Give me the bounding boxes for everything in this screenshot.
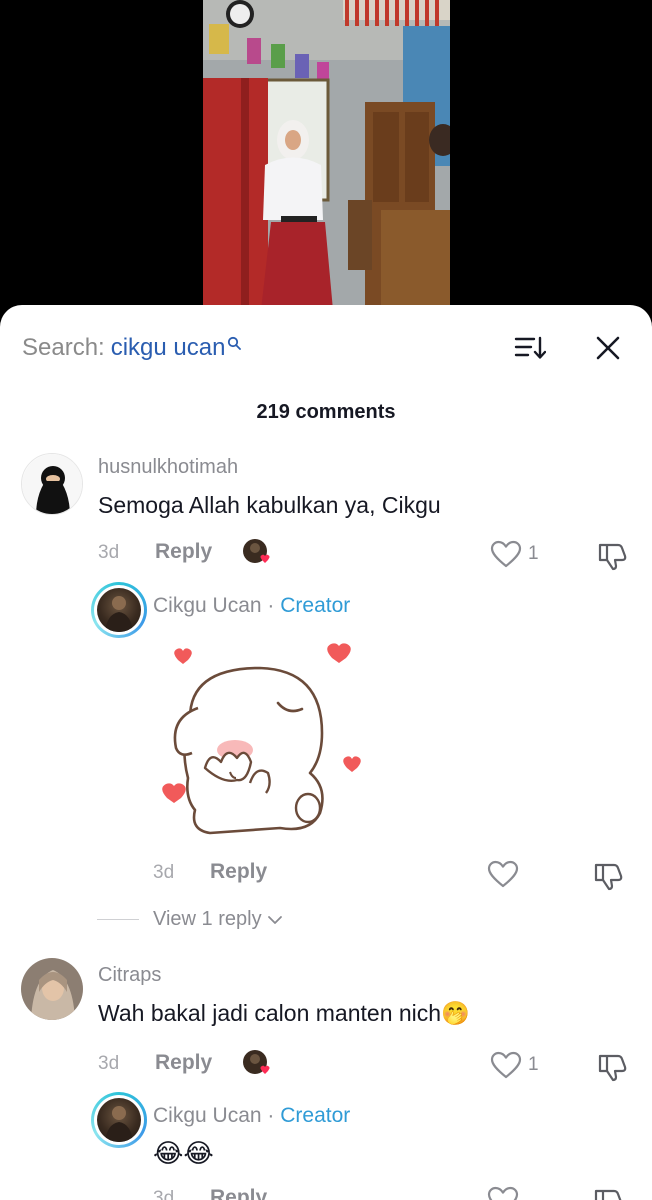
close-icon xyxy=(596,336,620,360)
creator-liked-badge xyxy=(242,1049,272,1079)
comment-text: Semoga Allah kabulkan ya, Cikgu xyxy=(98,492,441,518)
comment-username[interactable]: Citraps xyxy=(98,964,161,987)
like-count: 1 xyxy=(528,543,539,564)
like-button[interactable]: 1 xyxy=(490,540,539,568)
view-replies-button[interactable]: View 1 reply xyxy=(97,908,283,931)
reply-dislike-button[interactable] xyxy=(592,1186,624,1200)
reply-author[interactable]: Cikgu Ucan xyxy=(153,594,262,617)
divider xyxy=(97,919,139,920)
reply-text: 😂😂 xyxy=(153,1138,214,1168)
separator: · xyxy=(261,594,281,617)
reply-date: 3d xyxy=(153,1188,175,1200)
comment-date: 3d xyxy=(98,542,120,563)
comment-text: Wah bakal jadi calon manten nich🤭 xyxy=(98,1000,470,1027)
search-label: Search: xyxy=(22,334,105,361)
heart-outline-icon xyxy=(490,540,522,568)
chevron-down-icon xyxy=(267,915,282,924)
heart-outline-icon xyxy=(487,1186,519,1200)
reply-sticker[interactable] xyxy=(150,638,370,848)
search-icon[interactable] xyxy=(227,329,242,357)
creator-avatar[interactable] xyxy=(91,1092,147,1148)
comment-item: husnulkhotimah Semoga Allah kabulkan ya,… xyxy=(0,450,652,930)
dislike-icon xyxy=(598,1054,627,1082)
heart-outline-icon xyxy=(487,860,519,888)
search-bar[interactable]: Search: cikgu ucan xyxy=(22,329,242,365)
reply-button[interactable]: Reply xyxy=(155,1051,212,1075)
sort-icon xyxy=(514,336,546,359)
dislike-icon xyxy=(598,543,627,571)
comments-sheet: Search: cikgu ucan 219 comments husnulkh… xyxy=(0,305,652,1200)
video-thumbnail xyxy=(203,0,450,310)
reply-dislike-button[interactable] xyxy=(592,860,624,892)
comment-text-body: Wah bakal jadi calon manten nich xyxy=(98,1000,442,1026)
dislike-button[interactable] xyxy=(596,1051,628,1083)
creator-liked-badge xyxy=(242,538,272,568)
close-button[interactable] xyxy=(588,331,628,365)
dislike-icon xyxy=(594,863,623,891)
like-button[interactable]: 1 xyxy=(490,1051,539,1079)
reply-username[interactable]: Cikgu Ucan · Creator xyxy=(153,594,350,618)
reply-author[interactable]: Cikgu Ucan xyxy=(153,1104,262,1127)
view-replies-label: View 1 reply xyxy=(153,908,262,930)
video-frame xyxy=(203,0,450,310)
comment-item: Citraps Wah bakal jadi calon manten nich… xyxy=(0,958,652,1200)
dislike-button[interactable] xyxy=(596,540,628,572)
creator-badge: Creator xyxy=(280,1104,351,1127)
blushing-bunny-sticker xyxy=(162,643,361,835)
comment-date: 3d xyxy=(98,1053,120,1074)
reply-reply-button[interactable]: Reply xyxy=(210,860,267,884)
search-term[interactable]: cikgu ucan xyxy=(111,334,226,362)
comments-count: 219 comments xyxy=(256,401,396,423)
reply-button[interactable]: Reply xyxy=(155,540,212,564)
sort-button[interactable] xyxy=(510,331,550,365)
separator: · xyxy=(261,1104,281,1127)
heart-outline-icon xyxy=(490,1051,522,1079)
video-player[interactable] xyxy=(0,0,652,320)
reply-reply-button[interactable]: Reply xyxy=(210,1186,267,1200)
avatar[interactable] xyxy=(21,453,83,515)
reply-like-button[interactable] xyxy=(487,1186,519,1200)
reply-username[interactable]: Cikgu Ucan · Creator xyxy=(153,1104,350,1128)
creator-avatar[interactable] xyxy=(91,582,147,638)
dislike-icon xyxy=(594,1189,622,1200)
like-count: 1 xyxy=(528,1054,539,1075)
emoji: 🤭 xyxy=(441,1000,470,1026)
avatar[interactable] xyxy=(21,958,83,1020)
comment-username[interactable]: husnulkhotimah xyxy=(98,456,238,479)
reply-like-button[interactable] xyxy=(487,860,519,888)
reply-date: 3d xyxy=(153,862,175,883)
creator-badge: Creator xyxy=(280,594,351,617)
